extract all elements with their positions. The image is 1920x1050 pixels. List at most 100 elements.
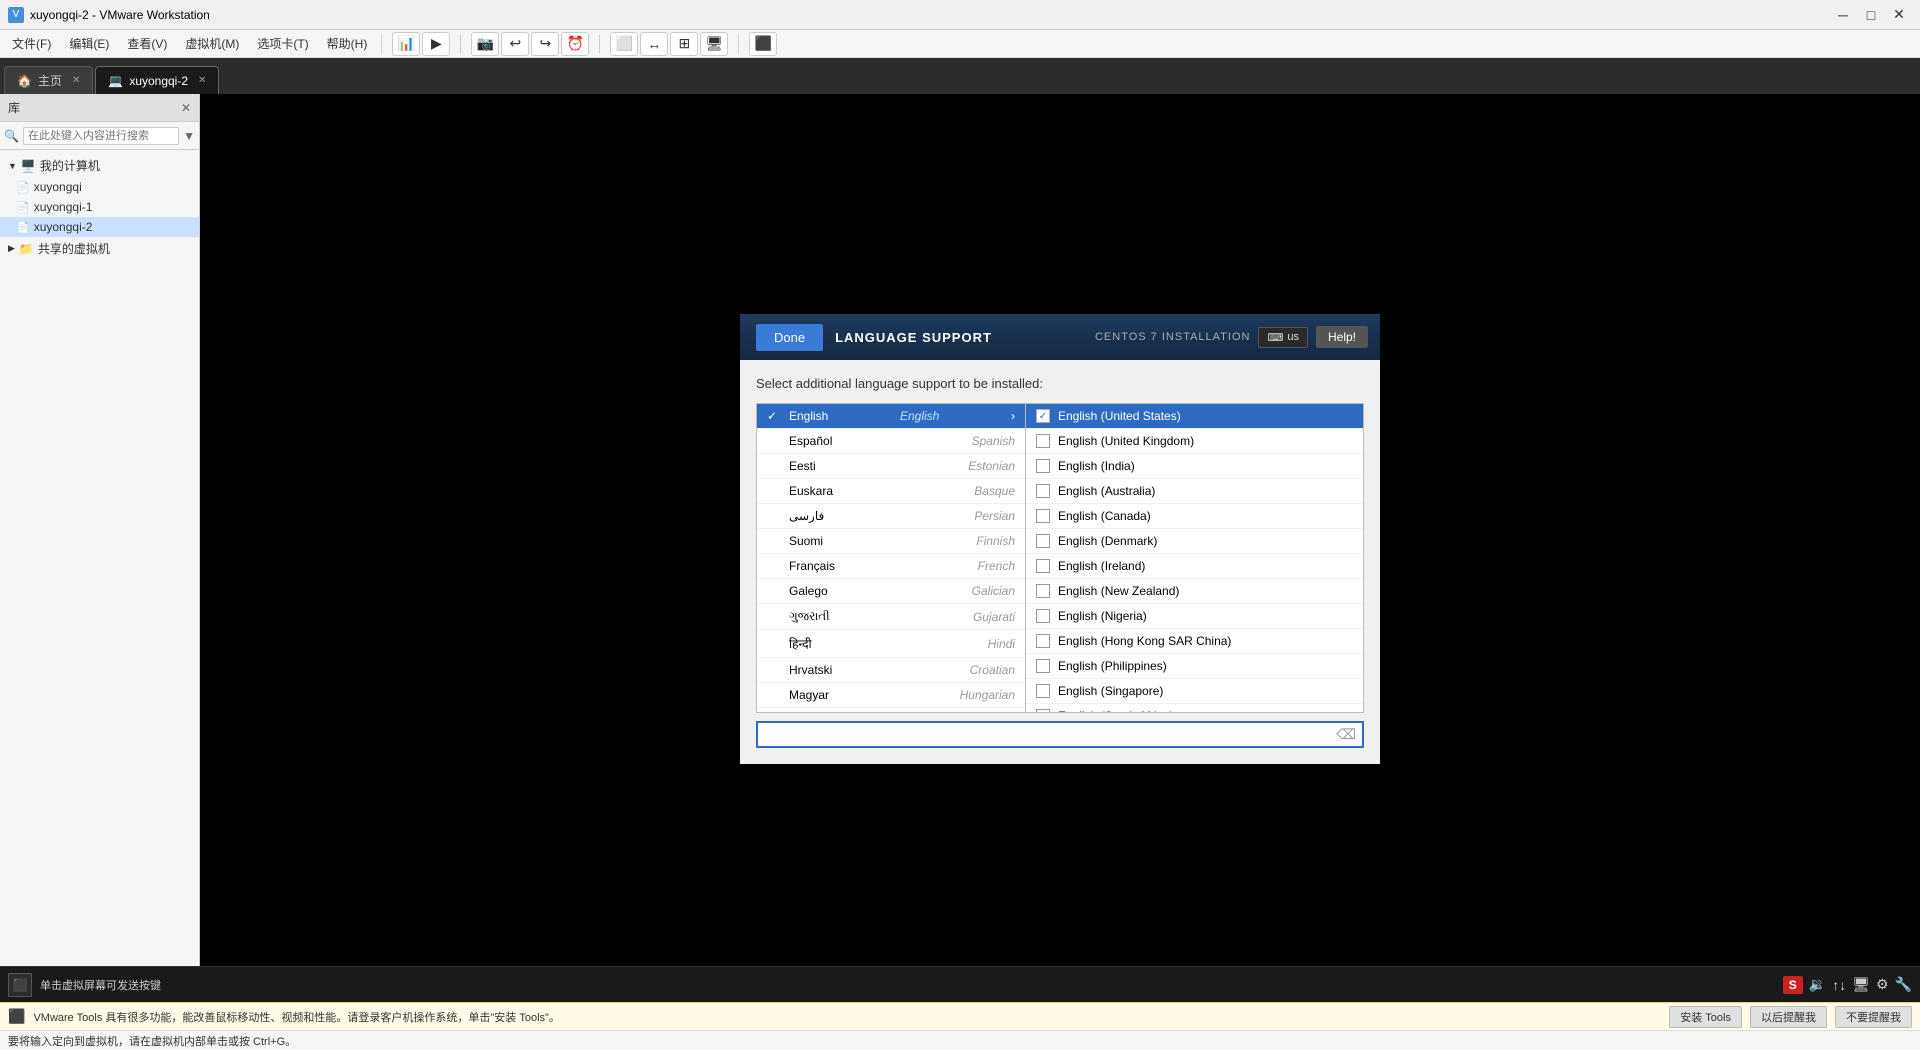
toolbar-btn-bar[interactable]: 📊 bbox=[392, 32, 420, 56]
checkbox-ireland[interactable] bbox=[1036, 559, 1050, 573]
menu-tabs[interactable]: 选项卡(T) bbox=[249, 32, 316, 55]
search-dropdown-icon[interactable]: ▼ bbox=[183, 129, 195, 143]
checkbox-uk[interactable] bbox=[1036, 434, 1050, 448]
toolbar-btn-screenshot[interactable]: 📷 bbox=[471, 32, 499, 56]
window-title: xuyongqi-2 - VMware Workstation bbox=[30, 8, 1824, 22]
tray-tools-icon[interactable]: 🔧 bbox=[1895, 976, 1912, 993]
menu-edit[interactable]: 编辑(E) bbox=[61, 32, 117, 55]
installer-header-right: CENTOS 7 INSTALLATION ⌨ us Help! bbox=[1083, 326, 1380, 348]
maximize-button[interactable]: □ bbox=[1858, 4, 1884, 26]
lang-item-english[interactable]: ✓ English English › bbox=[757, 404, 1025, 429]
remind-later-button[interactable]: 以后提醒我 bbox=[1750, 1006, 1827, 1028]
search-clear-icon[interactable]: ⌫ bbox=[1336, 726, 1356, 743]
toolbar-btn-usb[interactable]: ⬛ bbox=[749, 32, 777, 56]
lang-right-newzealand[interactable]: English (New Zealand) bbox=[1026, 579, 1363, 604]
hint-text: 要将输入定向到虚拟机，请在虚拟机内部单击或按 Ctrl+G。 bbox=[8, 1033, 296, 1049]
lang-item-interlingua[interactable]: ✓ Interlingua Interlingua bbox=[757, 708, 1025, 713]
lang-right-uk[interactable]: English (United Kingdom) bbox=[1026, 429, 1363, 454]
lang-item-eesti[interactable]: ✓ Eesti Estonian bbox=[757, 454, 1025, 479]
lang-item-hrvatski[interactable]: ✓ Hrvatski Croatian bbox=[757, 658, 1025, 683]
menu-vm[interactable]: 虚拟机(M) bbox=[177, 32, 247, 55]
checkbox-philippines[interactable] bbox=[1036, 659, 1050, 673]
installer-header-left: Done LANGUAGE SUPPORT bbox=[740, 324, 1008, 351]
lang-right-canada[interactable]: English (Canada) bbox=[1026, 504, 1363, 529]
tray-settings-icon[interactable]: ⚙ bbox=[1876, 976, 1889, 993]
tab-xuyongqi2[interactable]: 💻 xuyongqi-2 ✕ bbox=[95, 66, 219, 94]
checkbox-nigeria[interactable] bbox=[1036, 609, 1050, 623]
language-search-input[interactable] bbox=[764, 727, 1336, 742]
lang-item-suomi[interactable]: ✓ Suomi Finnish bbox=[757, 529, 1025, 554]
tab-vm-close[interactable]: ✕ bbox=[198, 75, 206, 86]
toolbar-btn-stretch[interactable]: ↔ bbox=[640, 32, 668, 56]
lang-right-hongkong[interactable]: English (Hong Kong SAR China) bbox=[1026, 629, 1363, 654]
help-button[interactable]: Help! bbox=[1316, 326, 1368, 348]
checkbox-us[interactable]: ✓ bbox=[1036, 409, 1050, 423]
tree-item-xuyongqi2[interactable]: 📄 xuyongqi-2 bbox=[0, 217, 199, 237]
language-list-right[interactable]: ✓ English (United States) English (Unite… bbox=[1026, 403, 1364, 713]
language-list-left[interactable]: ✓ English English › ✓ Español bbox=[756, 403, 1026, 713]
checkbox-newzealand[interactable] bbox=[1036, 584, 1050, 598]
tree-item-mycomputer[interactable]: ▼ 🖥️ 我的计算机 bbox=[0, 154, 199, 177]
lang-item-hindi[interactable]: ✓ हिन्दी Hindi bbox=[757, 630, 1025, 658]
lang-right-india[interactable]: English (India) bbox=[1026, 454, 1363, 479]
menu-file[interactable]: 文件(F) bbox=[4, 32, 59, 55]
lang-right-singapore[interactable]: English (Singapore) bbox=[1026, 679, 1363, 704]
toolbar-btn-back[interactable]: ↩ bbox=[501, 32, 529, 56]
tree-item-shared[interactable]: ▶ 📁 共享的虚拟机 bbox=[0, 237, 199, 260]
toolbar-btn-right[interactable]: ▶ bbox=[422, 32, 450, 56]
checkbox-hongkong[interactable] bbox=[1036, 634, 1050, 648]
tab-home-close[interactable]: ✕ bbox=[72, 75, 80, 86]
toolbar-btn-fwd[interactable]: ↪ bbox=[531, 32, 559, 56]
checkbox-southafrica[interactable] bbox=[1036, 709, 1050, 713]
keyboard-icon: ⌨ bbox=[1267, 331, 1283, 344]
computer-icon: 🖥️ bbox=[21, 159, 36, 173]
checkbox-denmark[interactable] bbox=[1036, 534, 1050, 548]
tray-audio-icon[interactable]: 🔉 bbox=[1809, 976, 1826, 993]
check-icon-english: ✓ bbox=[767, 409, 781, 423]
lang-right-southafrica[interactable]: English (South Africa) bbox=[1026, 704, 1363, 713]
centos-title: CENTOS 7 INSTALLATION bbox=[1095, 331, 1250, 343]
dont-remind-button[interactable]: 不要提醒我 bbox=[1835, 1006, 1912, 1028]
lang-item-gujarati[interactable]: ✓ ગુજરાતી Gujarati bbox=[757, 604, 1025, 630]
lang-english-euskara: Basque bbox=[974, 484, 1015, 498]
lang-item-francais[interactable]: ✓ Français French bbox=[757, 554, 1025, 579]
lang-right-ireland[interactable]: English (Ireland) bbox=[1026, 554, 1363, 579]
lang-item-espanol[interactable]: ✓ Español Spanish bbox=[757, 429, 1025, 454]
vm-content[interactable]: Done LANGUAGE SUPPORT CENTOS 7 INSTALLAT… bbox=[200, 94, 1920, 966]
done-button[interactable]: Done bbox=[756, 324, 823, 351]
lang-item-euskara[interactable]: ✓ Euskara Basque bbox=[757, 479, 1025, 504]
screen-icon: ⬛ bbox=[13, 978, 28, 992]
lang-item-farsi[interactable]: ✓ فارسی Persian bbox=[757, 504, 1025, 529]
keyboard-indicator[interactable]: ⌨ us bbox=[1258, 327, 1308, 348]
lang-right-nigeria[interactable]: English (Nigeria) bbox=[1026, 604, 1363, 629]
close-button[interactable]: ✕ bbox=[1886, 4, 1912, 26]
checkbox-singapore[interactable] bbox=[1036, 684, 1050, 698]
checkbox-canada[interactable] bbox=[1036, 509, 1050, 523]
sidebar-search-input[interactable] bbox=[23, 127, 179, 145]
lang-right-philippines[interactable]: English (Philippines) bbox=[1026, 654, 1363, 679]
tray-network-icon[interactable]: ↑↓ bbox=[1832, 977, 1846, 993]
vm-status-icon[interactable]: ⬛ bbox=[8, 973, 32, 997]
toolbar-btn-normal[interactable]: ⊞ bbox=[670, 32, 698, 56]
menu-help[interactable]: 帮助(H) bbox=[319, 32, 376, 55]
install-tools-button[interactable]: 安装 Tools bbox=[1669, 1006, 1742, 1028]
lang-right-us[interactable]: ✓ English (United States) bbox=[1026, 404, 1363, 429]
tabs-bar: 🏠 主页 ✕ 💻 xuyongqi-2 ✕ bbox=[0, 58, 1920, 94]
toolbar-btn-fit[interactable]: ⬜ bbox=[610, 32, 638, 56]
lang-right-australia[interactable]: English (Australia) bbox=[1026, 479, 1363, 504]
lang-item-magyar[interactable]: ✓ Magyar Hungarian bbox=[757, 683, 1025, 708]
menu-view[interactable]: 查看(V) bbox=[119, 32, 175, 55]
tray-s-icon[interactable]: S bbox=[1783, 976, 1803, 994]
tray-display-icon[interactable]: 🖥 bbox=[1852, 976, 1870, 993]
tree-item-xuyongqi[interactable]: 📄 xuyongqi bbox=[0, 177, 199, 197]
checkbox-australia[interactable] bbox=[1036, 484, 1050, 498]
tab-home[interactable]: 🏠 主页 ✕ bbox=[4, 66, 93, 94]
lang-item-galego[interactable]: ✓ Galego Galician bbox=[757, 579, 1025, 604]
minimize-button[interactable]: ─ bbox=[1830, 4, 1856, 26]
tree-item-xuyongqi1[interactable]: 📄 xuyongqi-1 bbox=[0, 197, 199, 217]
lang-right-denmark[interactable]: English (Denmark) bbox=[1026, 529, 1363, 554]
sidebar-close-icon[interactable]: ✕ bbox=[181, 101, 191, 115]
toolbar-btn-clock[interactable]: ⏰ bbox=[561, 32, 589, 56]
toolbar-btn-display[interactable]: 🖥 bbox=[700, 32, 728, 56]
checkbox-india[interactable] bbox=[1036, 459, 1050, 473]
